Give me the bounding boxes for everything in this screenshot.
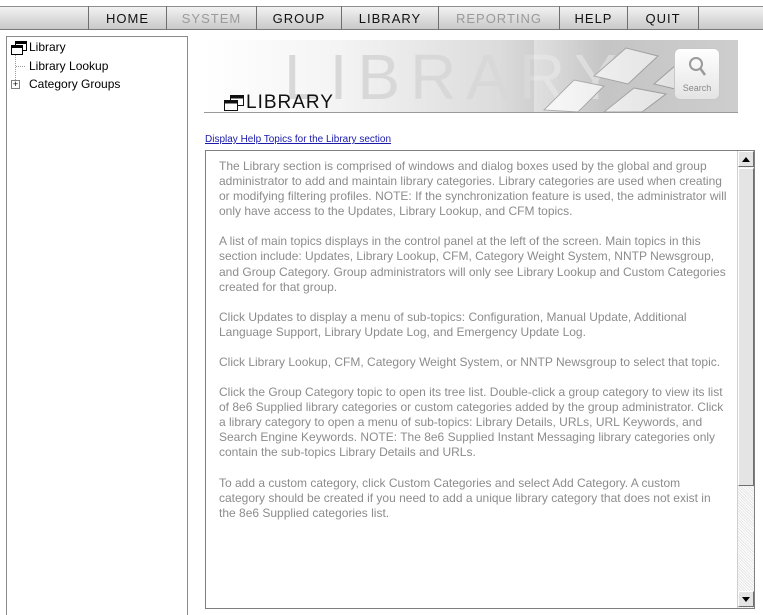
help-paragraph: A list of main topics displays in the co… xyxy=(219,234,726,294)
search-button[interactable]: Search xyxy=(674,48,720,100)
tree-item-category-groups[interactable]: Category Groups xyxy=(29,77,120,91)
help-text: The Library section is comprised of wind… xyxy=(219,159,729,536)
help-paragraph: Click Library Lookup, CFM, Category Weig… xyxy=(219,354,721,369)
library-tree-panel: Library Library Lookup + Category Groups xyxy=(6,36,188,615)
window-icon xyxy=(224,95,244,111)
nav-reporting-button: REPORTING xyxy=(438,6,559,30)
tree-item-library-lookup[interactable]: Library Lookup xyxy=(29,59,108,73)
scroll-down-button[interactable] xyxy=(738,591,754,607)
search-button-label: Search xyxy=(682,83,712,93)
window-icon xyxy=(11,41,27,55)
search-icon xyxy=(689,57,707,76)
help-topics-link[interactable]: Display Help Topics for the Library sect… xyxy=(205,134,391,145)
help-content-box[interactable]: The Library section is comprised of wind… xyxy=(205,150,755,609)
tree-connector xyxy=(16,66,26,67)
vertical-scrollbar[interactable] xyxy=(737,151,754,608)
help-paragraph: The Library section is comprised of wind… xyxy=(219,159,727,219)
expand-plus-icon[interactable]: + xyxy=(11,80,20,89)
tree-root-library[interactable]: Library xyxy=(29,40,66,54)
page-title: LIBRARY xyxy=(224,92,334,112)
nav-home-button[interactable]: HOME xyxy=(88,6,166,30)
nav-library-button[interactable]: LIBRARY xyxy=(341,6,438,30)
scroll-up-button[interactable] xyxy=(738,151,754,167)
help-paragraph: To add a custom category, click Custom C… xyxy=(219,475,711,520)
nav-system-button: SYSTEM xyxy=(166,6,256,30)
top-navigation-bar: HOME SYSTEM GROUP LIBRARY REPORTING HELP… xyxy=(0,0,763,34)
scrollbar-thumb[interactable] xyxy=(738,168,754,486)
help-paragraph: Click the Group Category topic to open i… xyxy=(219,385,724,460)
nav-help-button[interactable]: HELP xyxy=(559,6,627,30)
banner-divider xyxy=(204,112,738,113)
help-paragraph: Click Updates to display a menu of sub-t… xyxy=(219,309,687,339)
nav-group-button[interactable]: GROUP xyxy=(256,6,341,30)
arrow-up-icon xyxy=(742,156,750,162)
library-banner: LIBRARY LIBRARY Search xyxy=(204,40,738,112)
arrow-down-icon xyxy=(742,596,750,602)
page-title-label: LIBRARY xyxy=(246,92,334,112)
nav-quit-button[interactable]: QUIT xyxy=(627,6,699,30)
